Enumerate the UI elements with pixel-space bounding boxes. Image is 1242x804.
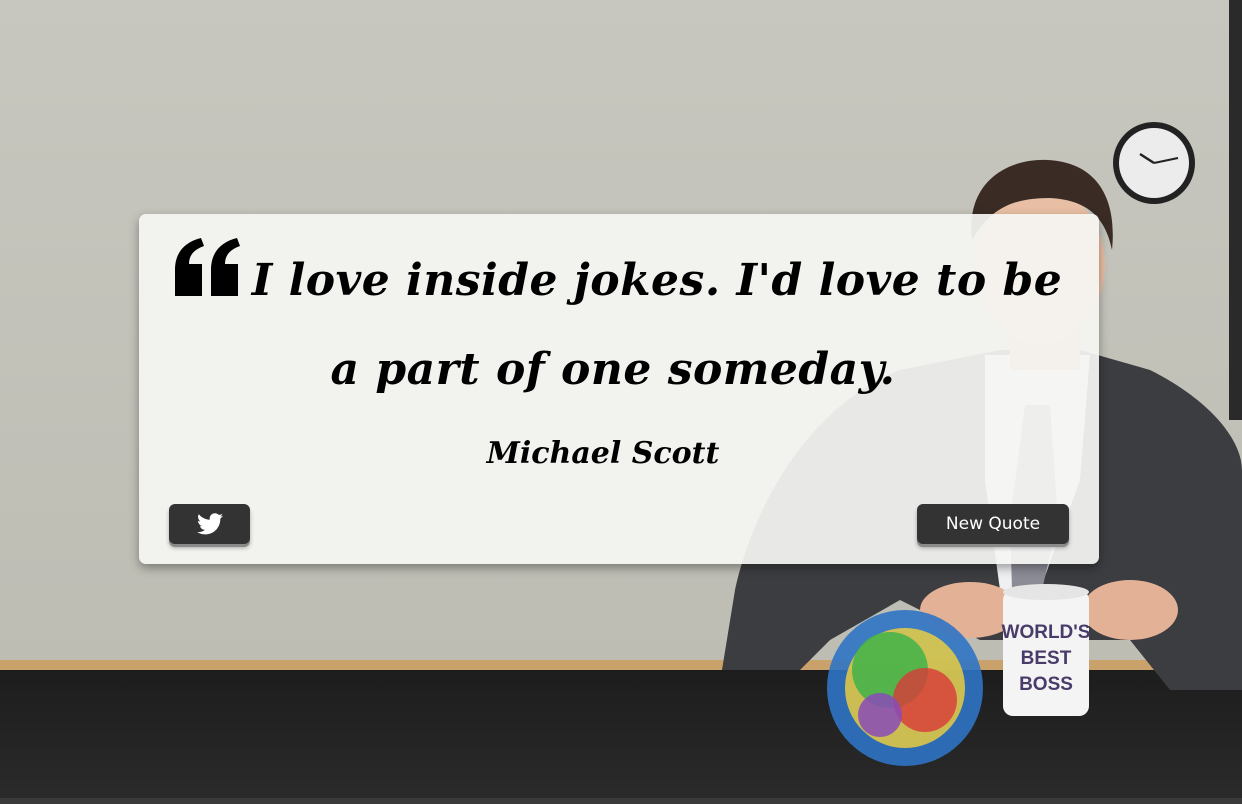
svg-text:BEST: BEST	[1021, 648, 1072, 669]
quote-line-1: I love inside jokes. I'd love to be	[251, 255, 1063, 306]
tweet-button[interactable]	[169, 504, 250, 544]
quote-line-2: a part of one someday.	[330, 344, 896, 395]
quote-text: I love inside jokes. I'd love to be a pa…	[249, 236, 1065, 414]
quote-mark-icon	[175, 238, 240, 296]
twitter-icon	[196, 513, 223, 535]
svg-text:BOSS: BOSS	[1019, 674, 1073, 695]
svg-text:WORLD'S: WORLD'S	[1002, 622, 1091, 643]
toy-sphere	[827, 610, 983, 766]
quote-author: Michael Scott	[486, 436, 720, 471]
quote-card: I love inside jokes. I'd love to be a pa…	[139, 214, 1099, 564]
mug: WORLD'S BEST BOSS	[1002, 584, 1091, 716]
wall-clock	[1113, 122, 1195, 204]
new-quote-button[interactable]: New Quote	[917, 504, 1069, 544]
